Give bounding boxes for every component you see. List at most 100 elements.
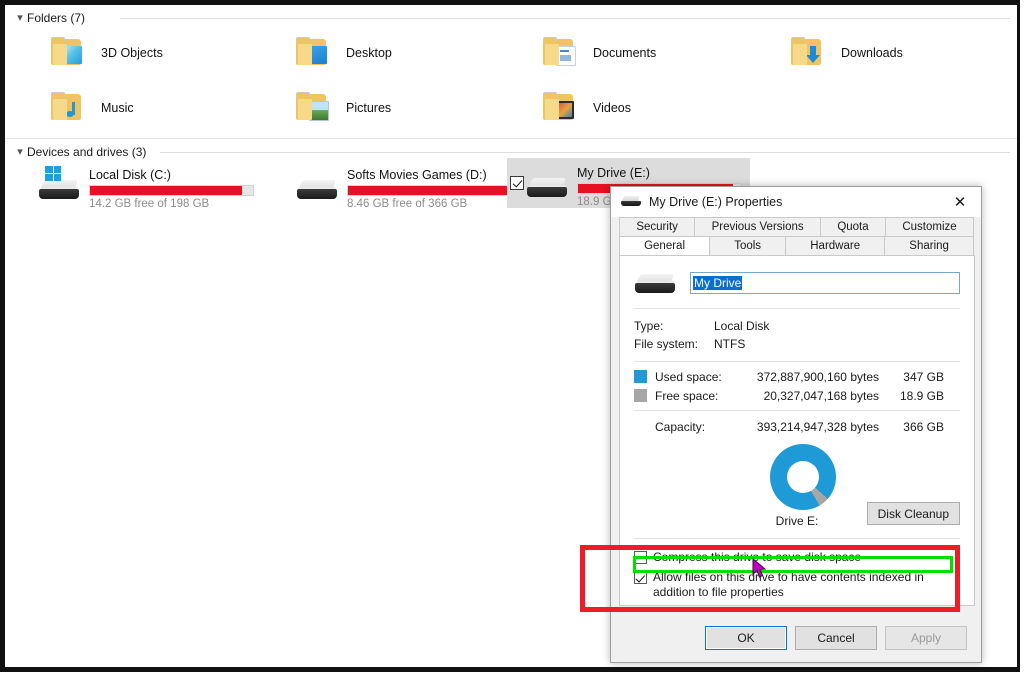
group-header-folders[interactable]: ▾ Folders (7) <box>13 9 93 27</box>
close-icon[interactable]: ✕ <box>939 187 981 217</box>
hard-drive-icon <box>297 176 339 202</box>
folder-desktop-icon <box>290 31 334 75</box>
folder-tile-documents[interactable]: Documents <box>527 29 767 77</box>
tab-previous-versions[interactable]: Previous Versions <box>694 217 821 236</box>
donut-hole <box>787 461 819 493</box>
drive-tile-checkbox[interactable] <box>510 176 524 190</box>
dialog-tabstrip: Security Previous Versions Quota Customi… <box>611 217 981 255</box>
drive-usage-fill <box>348 186 508 195</box>
tab-label: Quota <box>837 221 869 233</box>
tab-customize[interactable]: Customize <box>884 217 974 236</box>
tab-label: Sharing <box>909 240 949 252</box>
capacity-donut-chart: Drive E: Disk Cleanup <box>620 442 974 538</box>
info-row-file-system: File system: NTFS <box>620 335 974 353</box>
volume-name-value: My Drive <box>693 276 743 290</box>
drive-name: My Drive (E:) <box>577 166 650 180</box>
folder-documents-icon <box>537 31 581 75</box>
tab-label: Hardware <box>810 240 861 252</box>
drive-properties-dialog: My Drive (E:) Properties ✕ Security Prev… <box>610 186 982 663</box>
index-contents-checkbox[interactable] <box>634 571 647 584</box>
folder-tile-videos[interactable]: Videos <box>527 84 767 132</box>
drive-tile-local-disk-c[interactable]: Local Disk (C:) 14.2 GB free of 198 GB <box>19 160 262 210</box>
cancel-button[interactable]: Cancel <box>795 626 877 650</box>
folder-downloads-icon <box>785 31 829 75</box>
dialog-title: My Drive (E:) Properties <box>649 195 783 209</box>
screenshot-frame-top <box>0 0 1020 5</box>
chevron-down-icon[interactable]: ▾ <box>13 12 27 24</box>
tab-label: Previous Versions <box>711 221 804 233</box>
info-key: Type: <box>634 319 664 333</box>
tab-label: Security <box>636 221 678 233</box>
screenshot-frame-bottom <box>0 667 1020 672</box>
info-value: NTFS <box>714 337 746 351</box>
checkbox-row-compress[interactable]: Compress this drive to save disk space <box>620 550 974 565</box>
folder-pictures-icon <box>290 86 334 130</box>
usage-row-free-space: Free space: 20,327,047,168 bytes 18.9 GB <box>620 386 974 405</box>
drive-tile-softs-movies-games-d[interactable]: Softs Movies Games (D:) 8.46 GB free of … <box>277 160 520 210</box>
ok-button[interactable]: OK <box>705 626 787 650</box>
checkbox-row-index[interactable]: Allow files on this drive to have conten… <box>620 570 974 600</box>
section-separator <box>5 138 1017 139</box>
tab-general[interactable]: General <box>619 236 711 255</box>
capacity-label: Capacity: <box>655 419 706 434</box>
dialog-titlebar[interactable]: My Drive (E:) Properties ✕ <box>611 187 981 217</box>
tab-label: General <box>644 240 686 252</box>
usage-bytes: 20,327,047,168 bytes <box>763 388 879 403</box>
tab-hardware[interactable]: Hardware <box>785 236 886 255</box>
usage-row-used-space: Used space: 372,887,900,160 bytes 347 GB <box>620 367 974 386</box>
tab-label: Customize <box>902 221 957 233</box>
drive-usage-bar <box>347 185 512 196</box>
usage-label: Free space: <box>655 388 719 403</box>
capacity-short: 366 GB <box>903 419 944 434</box>
disk-cleanup-button[interactable]: Disk Cleanup <box>866 502 960 525</box>
usage-label: Used space: <box>655 369 722 384</box>
folder-videos-icon <box>537 86 581 130</box>
info-row-type: Type: Local Disk <box>620 317 974 335</box>
folder-tile-desktop[interactable]: Desktop <box>280 29 520 77</box>
apply-button: Apply <box>885 626 967 650</box>
folder-tile-pictures[interactable]: Pictures <box>280 84 520 132</box>
used-space-swatch <box>634 370 647 383</box>
tab-quota[interactable]: Quota <box>819 217 886 236</box>
usage-bytes: 372,887,900,160 bytes <box>756 369 879 384</box>
folder-3d-objects-icon <box>45 31 89 75</box>
screenshot-frame-left <box>0 0 5 672</box>
folder-label: Music <box>101 101 134 115</box>
drive-name: Local Disk (C:) <box>89 168 171 182</box>
info-value: Local Disk <box>714 319 770 333</box>
folder-tile-downloads[interactable]: Downloads <box>775 29 1015 77</box>
drive-name: Softs Movies Games (D:) <box>347 168 487 182</box>
group-rule-folders <box>120 18 1010 19</box>
hard-drive-icon <box>621 195 641 209</box>
usage-short: 347 GB <box>903 369 944 384</box>
volume-name-row: My Drive <box>620 256 974 308</box>
capacity-bytes: 393,214,947,328 bytes <box>756 419 879 434</box>
tab-security[interactable]: Security <box>619 217 696 236</box>
drive-usage-fill <box>90 186 242 195</box>
info-key: File system: <box>634 337 699 351</box>
chevron-down-icon[interactable]: ▾ <box>13 146 27 158</box>
index-contents-label: Allow files on this drive to have conten… <box>653 570 924 599</box>
group-header-devices-and-drives[interactable]: ▾ Devices and drives (3) <box>13 143 154 161</box>
drive-usage-bar <box>89 185 254 196</box>
folder-tile-music[interactable]: Music <box>35 84 275 132</box>
compress-drive-label: Compress this drive to save disk space <box>653 550 862 564</box>
folder-label: Pictures <box>346 101 392 115</box>
tab-tools[interactable]: Tools <box>709 236 787 255</box>
tab-label: Tools <box>734 240 762 252</box>
hard-drive-windows-icon <box>39 166 81 202</box>
drive-free-text: 14.2 GB free of 198 GB <box>89 198 210 210</box>
group-header-devices-label: Devices and drives (3) <box>27 145 147 159</box>
folder-tile-3d-objects[interactable]: 3D Objects <box>35 29 275 77</box>
dialog-button-row: OK Cancel Apply <box>611 614 981 662</box>
compress-drive-checkbox[interactable] <box>634 551 647 564</box>
dialog-general-panel: My Drive Type: Local Disk File system: N… <box>619 255 975 606</box>
donut-ring <box>770 444 836 510</box>
folder-music-icon <box>45 86 89 130</box>
folder-label: Desktop <box>346 46 392 60</box>
volume-name-input[interactable]: My Drive <box>690 272 960 294</box>
tab-sharing[interactable]: Sharing <box>884 236 975 255</box>
hard-drive-icon <box>527 174 569 200</box>
free-space-swatch <box>634 389 647 402</box>
group-header-folders-label: Folders (7) <box>27 11 86 25</box>
